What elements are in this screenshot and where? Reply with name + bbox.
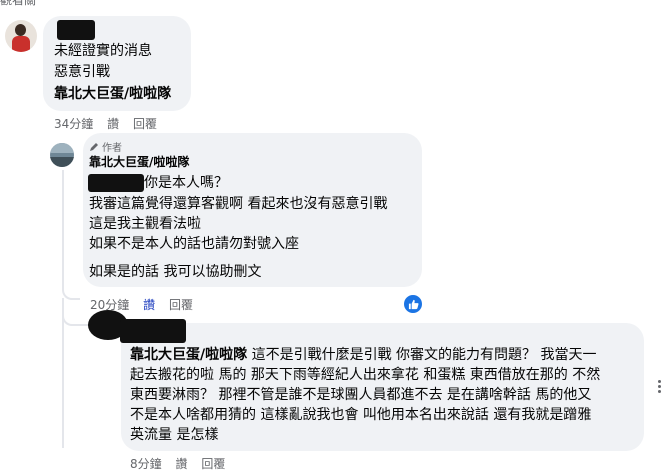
comment-text-line: 惡意引戰: [54, 64, 110, 80]
like-button[interactable]: 讚: [143, 298, 155, 312]
more-options-icon[interactable]: [656, 378, 662, 396]
comment-time[interactable]: 8分鐘: [130, 457, 162, 471]
comment-text-line: 英流量 是怎樣: [130, 427, 219, 443]
comment-text-line: 你是本人嗎？: [144, 175, 228, 191]
reply-button[interactable]: 回覆: [133, 117, 157, 131]
reply-button[interactable]: 回覆: [201, 457, 225, 471]
comment-text-line: 如果是的話 我可以協助刪文: [89, 264, 262, 280]
thumbs-up-icon: [408, 299, 419, 309]
like-button[interactable]: 讚: [107, 117, 119, 131]
redacted-mention: [88, 174, 144, 192]
comment-text-line: 不是本人啥都用猜的 這樣亂說我也會 叫他用本名出來說話 還有我就是蹭雅: [130, 407, 592, 423]
comment-text-line: 東西要淋雨？ 那裡不管是誰不是球團人員都進不去 是在講啥幹話 馬的他又: [130, 387, 592, 403]
previous-meta-text: 觀看關: [0, 0, 37, 7]
mention-link[interactable]: 靠北大巨蛋/啦啦隊: [130, 347, 247, 363]
like-button[interactable]: 讚: [175, 457, 187, 471]
commenter-avatar[interactable]: [5, 20, 37, 52]
comment-text-line: 未經證實的消息: [54, 43, 152, 59]
comment-meta: 8分鐘 讚 回覆: [130, 455, 235, 472]
comment-meta: 34分鐘 讚 回覆: [54, 115, 167, 132]
comment-text-line: 起去搬花的啦 馬的 那天下雨等經紀人出來拿花 和蛋糕 東西借放在那的 不然: [130, 367, 601, 383]
comment-text-line: 如果不是本人的話也請勿對號入座: [89, 236, 299, 252]
redacted-name: [57, 20, 95, 40]
comment-text-line: 靠北大巨蛋/啦啦隊: [54, 86, 172, 102]
comment-text-line: 這不是引戰什麼是引戰 你審文的能力有問題？ 我當天一: [247, 347, 597, 363]
author-avatar[interactable]: [50, 143, 74, 167]
redacted-name: [120, 319, 186, 343]
comment-text-line: 我審這篇覺得還算客觀啊 看起來也沒有惡意引戰: [89, 196, 388, 212]
comment-time[interactable]: 34分鐘: [54, 117, 93, 131]
reply-button[interactable]: 回覆: [169, 298, 193, 312]
comment-author-name[interactable]: 靠北大巨蛋/啦啦隊: [89, 152, 189, 172]
thread-line: [62, 170, 80, 300]
pencil-icon: [90, 143, 98, 151]
comment-text-line: 這是我主觀看法啦: [89, 216, 201, 232]
like-reaction-badge[interactable]: [402, 293, 424, 315]
